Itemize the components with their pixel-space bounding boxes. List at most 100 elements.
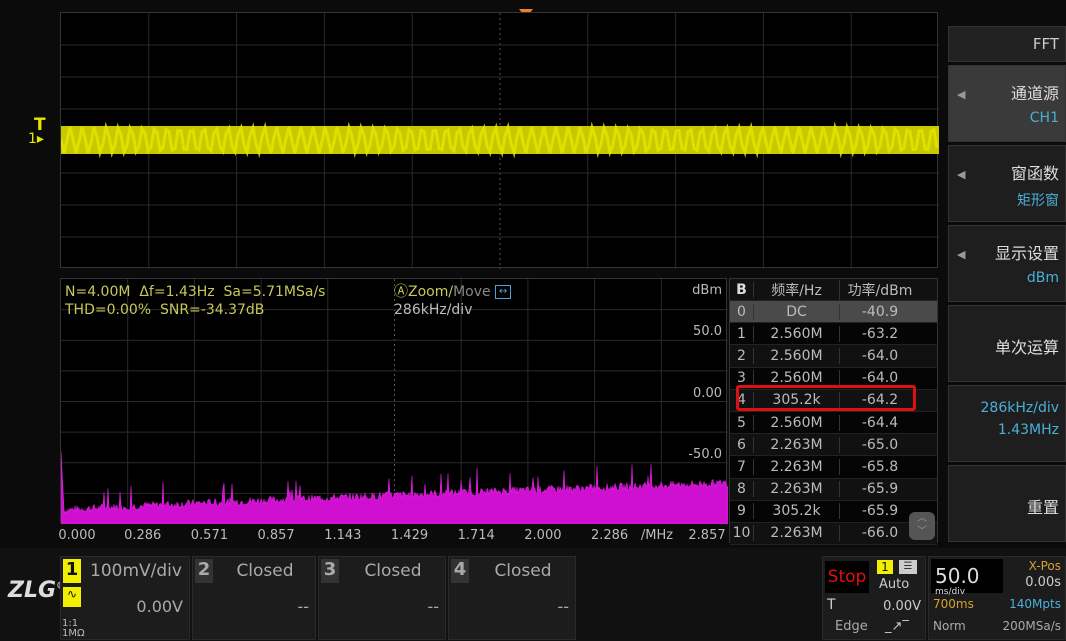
x-tick: 1.143 <box>324 528 362 543</box>
trigger-mode: Auto <box>879 577 910 592</box>
menu-item-value: CH1 <box>1029 110 1059 126</box>
ac-coupling-icon: ∿ <box>63 587 81 607</box>
fft-menu: FFT ◀ 通道源 CH1 ◀ 窗函数矩形窗 ◀ 显示设置 dBm 单次运算 286kHz/div… <box>948 26 1066 545</box>
peak-frequency: 2.263M <box>754 525 840 542</box>
ch1-number: 1 <box>63 559 81 583</box>
fft-info-line1: N=4.00M Δf=1.43Hz Sa=5.71MSa/s <box>65 284 326 300</box>
menu-item-label: 286kHz/div <box>980 400 1059 416</box>
x-tick: 0.857 <box>257 528 295 543</box>
peak-frequency: 2.263M <box>754 481 840 498</box>
ch2-panel[interactable]: 2 Closed -- <box>192 556 316 640</box>
trigger-type: Edge <box>835 619 868 634</box>
fft-display[interactable]: N=4.00M Δf=1.43Hz Sa=5.71MSa/s THD=0.00%… <box>60 278 728 524</box>
menu-item-value: dBm <box>1026 270 1059 286</box>
x-tick: 0.000 <box>58 528 96 543</box>
menu-item[interactable]: 重置 <box>948 465 1066 542</box>
status-bar: ZLG® 1 ∿ 1:11MΩ 100mV/div 0.00V 2Closed-… <box>0 548 1066 641</box>
peak-frequency: 2.560M <box>754 325 840 342</box>
acquire-mode: Norm <box>933 619 966 633</box>
x-tick: /MHz <box>640 528 674 543</box>
menu-item[interactable]: 单次运算 <box>948 305 1066 382</box>
ch1-panel[interactable]: 1 ∿ 1:1 1MΩ 100mV/div 0.00V <box>60 556 190 640</box>
submenu-arrow-icon: ◀ <box>957 248 966 261</box>
y-tick: 50.0 <box>693 324 722 339</box>
peak-frequency: DC <box>754 303 840 320</box>
trigger-label: T <box>827 597 836 613</box>
menu-item[interactable]: 286kHz/div 1.43MHz <box>948 385 1066 462</box>
trigger-level: 0.00V <box>883 599 921 614</box>
ch2-number: 2 <box>195 559 213 583</box>
trigger-level-label: T <box>34 115 46 135</box>
fft-info: N=4.00M Δf=1.43Hz Sa=5.71MSa/s THD=0.00%… <box>65 283 325 319</box>
menu-item-value: 矩形窗 <box>1017 193 1059 209</box>
run-stop-button[interactable]: Stop <box>825 561 869 593</box>
peak-power: -64.0 <box>861 347 899 364</box>
x-tick: 1.714 <box>457 528 495 543</box>
ch1-scale: 100mV/div <box>90 561 182 581</box>
trigger-panel[interactable]: Stop 1 ☰ Auto T 0.00V Edge _↗‾ <box>822 556 926 640</box>
peak-index: 1 <box>730 325 754 342</box>
table-row[interactable]: 7 2.263M -65.8 <box>730 456 937 479</box>
timebase-display: 50.0ms/div <box>931 559 1003 597</box>
table-row[interactable]: 9 305.2k -65.9 <box>730 501 937 523</box>
timebase-panel[interactable]: 50.0ms/div X-Pos 0.00s 700ms 140Mpts Nor… <box>928 556 1066 640</box>
ch4-panel[interactable]: 4 Closed -- <box>448 556 576 640</box>
b-badge-icon: B <box>730 281 754 298</box>
ch1-offset: 0.00V <box>136 597 183 616</box>
x-tick: 0.286 <box>124 528 162 543</box>
channel-label: 1 <box>28 131 37 147</box>
menu-item-label: 单次运算 <box>994 338 1059 357</box>
zoom-move-control[interactable]: ⒶZoom/Move ↔ 286kHz/div <box>394 283 512 319</box>
peak-index: 8 <box>730 481 754 498</box>
menu-item-label: 显示设置 <box>994 244 1059 263</box>
peak-frequency: 2.560M <box>754 370 840 387</box>
peak-power: -63.2 <box>861 325 899 342</box>
peak-index: 5 <box>730 414 754 431</box>
menu-item-label: 通道源 <box>1010 84 1059 103</box>
table-row[interactable]: 2 2.560M -64.0 <box>730 345 937 368</box>
table-row[interactable]: 10 2.263M -66.0 <box>730 522 937 546</box>
peak-frequency: 2.560M <box>754 414 840 431</box>
ch1-level-marker[interactable]: T 1▸ <box>28 115 46 147</box>
table-row[interactable]: 1 2.560M -63.2 <box>730 323 937 346</box>
table-row[interactable]: 0 DC -40.9 <box>730 301 937 324</box>
table-row[interactable]: 5 2.560M -64.4 <box>730 412 937 435</box>
peak-power: -65.0 <box>861 436 899 453</box>
menu-item-label: 窗函数 <box>1010 164 1059 183</box>
ch4-offset: -- <box>557 597 569 616</box>
table-row[interactable]: 6 2.263M -65.0 <box>730 434 937 457</box>
peak-frequency: 2.263M <box>754 458 840 475</box>
peak-frequency: 305.2k <box>754 503 840 520</box>
menu-item-label: 重置 <box>1026 498 1059 517</box>
ch4-scale: Closed <box>494 561 552 581</box>
record-duration: 700ms <box>933 597 974 611</box>
table-row[interactable]: 8 2.263M -65.9 <box>730 478 937 501</box>
y-tick: 0.00 <box>693 386 722 401</box>
fft-scale: 286kHz/div <box>394 302 473 318</box>
x-tick: 2.857 <box>688 528 726 543</box>
menu-title: FFT <box>948 26 1066 62</box>
scroll-arrows-icon[interactable]: ︿ ﹀ <box>909 512 935 540</box>
zlg-logo: ZLG® <box>8 578 66 603</box>
arrow-right-icon: ▸ <box>36 131 44 147</box>
menu-item-value: 1.43MHz <box>997 422 1059 438</box>
x-tick: 1.429 <box>390 528 429 543</box>
menu-item[interactable]: ◀ 通道源 CH1 <box>948 65 1066 142</box>
menu-item[interactable]: ◀ 显示设置 dBm <box>948 225 1066 302</box>
submenu-arrow-icon: ◀ <box>957 88 966 101</box>
menu-item[interactable]: ◀ 窗函数矩形窗 <box>948 145 1066 222</box>
peak-index: 0 <box>730 303 754 320</box>
ch3-offset: -- <box>427 597 439 616</box>
memory-depth: 140Mpts <box>1009 597 1061 611</box>
waveform-display[interactable] <box>60 12 939 269</box>
zoom-label: Zoom/ <box>408 284 454 300</box>
submenu-arrow-icon: ◀ <box>957 168 966 181</box>
xpos-label: X-Pos <box>1028 559 1061 573</box>
ch3-panel[interactable]: 3 Closed -- <box>318 556 446 640</box>
peak-power: -66.0 <box>861 525 899 542</box>
move-label: Move <box>453 284 491 300</box>
knob-a-icon: Ⓐ <box>394 284 408 300</box>
peak-power: -65.9 <box>861 503 899 520</box>
x-tick: 0.571 <box>190 528 228 543</box>
fft-spectrum <box>61 450 728 524</box>
